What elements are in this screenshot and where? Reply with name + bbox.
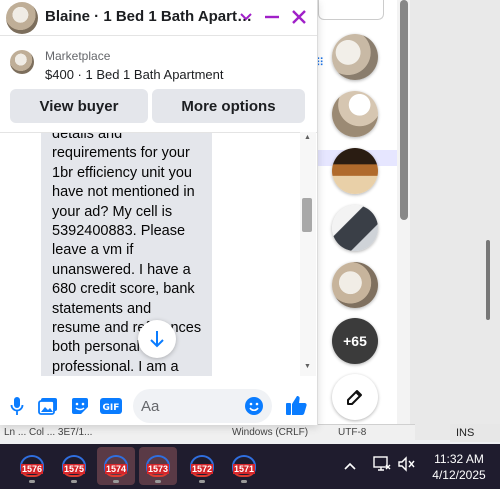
insert-mode-indicator: INS [450, 424, 500, 442]
statusbar-line-ending[interactable]: Windows (CRLF) [232, 427, 308, 438]
message-composer: GIF [0, 377, 317, 425]
more-chats-button[interactable]: +65 [332, 318, 378, 364]
contact-avatar[interactable] [6, 2, 38, 34]
chevron-up-icon[interactable] [344, 458, 356, 473]
taskbar-clock[interactable]: 11:32 AM 4/12/2025 [428, 451, 490, 483]
windows-taskbar: 1576 1575 1574 1573 1572 1571 [0, 444, 500, 489]
mic-icon[interactable] [6, 395, 28, 417]
emoji-icon[interactable] [243, 395, 265, 417]
message-bubble: details and requirements for your 1br ef… [41, 133, 212, 376]
chat-head-5[interactable] [332, 262, 378, 308]
app-badge: 1573 [146, 464, 170, 474]
chat-head-3[interactable] [332, 148, 378, 194]
chat-head-2[interactable] [332, 91, 378, 137]
app-icon: 1573 [146, 455, 170, 477]
network-icon[interactable] [373, 456, 391, 475]
screen: ⠿ Ln ... Col ... 3E7/1... Windows (CRLF)… [0, 0, 500, 489]
messenger-chat-window: Blaine · 1 Bed 1 Bath Apart… Marketplace… [0, 0, 318, 425]
running-indicator [155, 480, 161, 483]
message-input[interactable] [141, 395, 241, 417]
app-icon: 1575 [62, 455, 86, 477]
taskbar-app-1[interactable]: 1576 [13, 447, 51, 485]
running-indicator [113, 480, 119, 483]
chat-title[interactable]: Blaine · 1 Bed 1 Bath Apart… [45, 8, 252, 25]
statusbar-encoding[interactable]: UTF-8 [338, 427, 366, 438]
message-input-wrap [133, 389, 272, 423]
chat-head-1[interactable] [332, 34, 378, 80]
chat-header: Blaine · 1 Bed 1 Bath Apart… [0, 0, 317, 36]
app-badge: 1572 [190, 464, 214, 474]
minimize-icon[interactable] [262, 7, 282, 27]
app-icon: 1571 [232, 455, 256, 477]
more-options-button[interactable]: More options [152, 89, 305, 123]
app-badge: 1576 [20, 464, 44, 474]
listing-title[interactable]: $400 · 1 Bed 1 Bath Apartment [45, 67, 224, 82]
background-scrollbar-thumb[interactable] [400, 0, 408, 220]
sticker-icon[interactable] [69, 395, 91, 417]
marketplace-label: Marketplace [45, 49, 111, 63]
app-badge: 1574 [104, 464, 128, 474]
arrow-down-icon [150, 331, 164, 348]
running-indicator [241, 480, 247, 483]
photo-icon[interactable] [37, 395, 59, 417]
more-chats-count: +65 [343, 333, 367, 349]
app-icon: 1576 [20, 455, 44, 477]
background-search-box[interactable] [318, 0, 384, 20]
marketplace-context: Marketplace $400 · 1 Bed 1 Bath Apartmen… [0, 44, 317, 130]
gif-icon[interactable]: GIF [99, 395, 123, 417]
running-indicator [199, 480, 205, 483]
taskbar-app-4[interactable]: 1573 [139, 447, 177, 485]
scroll-up-icon[interactable]: ▲ [304, 134, 311, 141]
chevron-down-icon[interactable] [236, 7, 256, 27]
new-message-button[interactable] [332, 374, 378, 420]
app-icon: 1574 [104, 455, 128, 477]
taskbar-app-3[interactable]: 1574 [97, 447, 135, 485]
statusbar-position: Ln ... Col ... 3E7/1... [4, 427, 93, 438]
clock-date: 4/12/2025 [432, 468, 486, 482]
scroll-to-bottom-button[interactable] [138, 320, 176, 358]
running-indicator [71, 480, 77, 483]
background-right-panel [410, 0, 500, 440]
background-side-scrollbar[interactable] [486, 240, 490, 320]
scroll-down-icon[interactable]: ▼ [304, 363, 311, 370]
app-badge: 1571 [232, 464, 256, 474]
running-indicator [29, 480, 35, 483]
thread-scrollbar[interactable]: ▲ ▼ [300, 132, 316, 376]
volume-muted-icon[interactable] [398, 456, 416, 475]
compose-icon [347, 390, 362, 405]
editor-statusbar: Ln ... Col ... 3E7/1... Windows (CRLF) U… [0, 424, 415, 440]
listing-thumbnail[interactable] [10, 50, 34, 74]
like-icon[interactable] [284, 393, 308, 417]
taskbar-app-5[interactable]: 1572 [183, 447, 221, 485]
chat-head-4[interactable] [332, 205, 378, 251]
clock-time: 11:32 AM [434, 452, 484, 466]
taskbar-app-6[interactable]: 1571 [225, 447, 263, 485]
app-badge: 1575 [62, 464, 86, 474]
taskbar-app-2[interactable]: 1575 [55, 447, 93, 485]
view-buyer-button[interactable]: View buyer [10, 89, 148, 123]
close-icon[interactable] [289, 7, 309, 27]
svg-text:GIF: GIF [103, 403, 120, 413]
thread-scrollbar-thumb[interactable] [302, 198, 312, 232]
app-icon: 1572 [190, 455, 214, 477]
